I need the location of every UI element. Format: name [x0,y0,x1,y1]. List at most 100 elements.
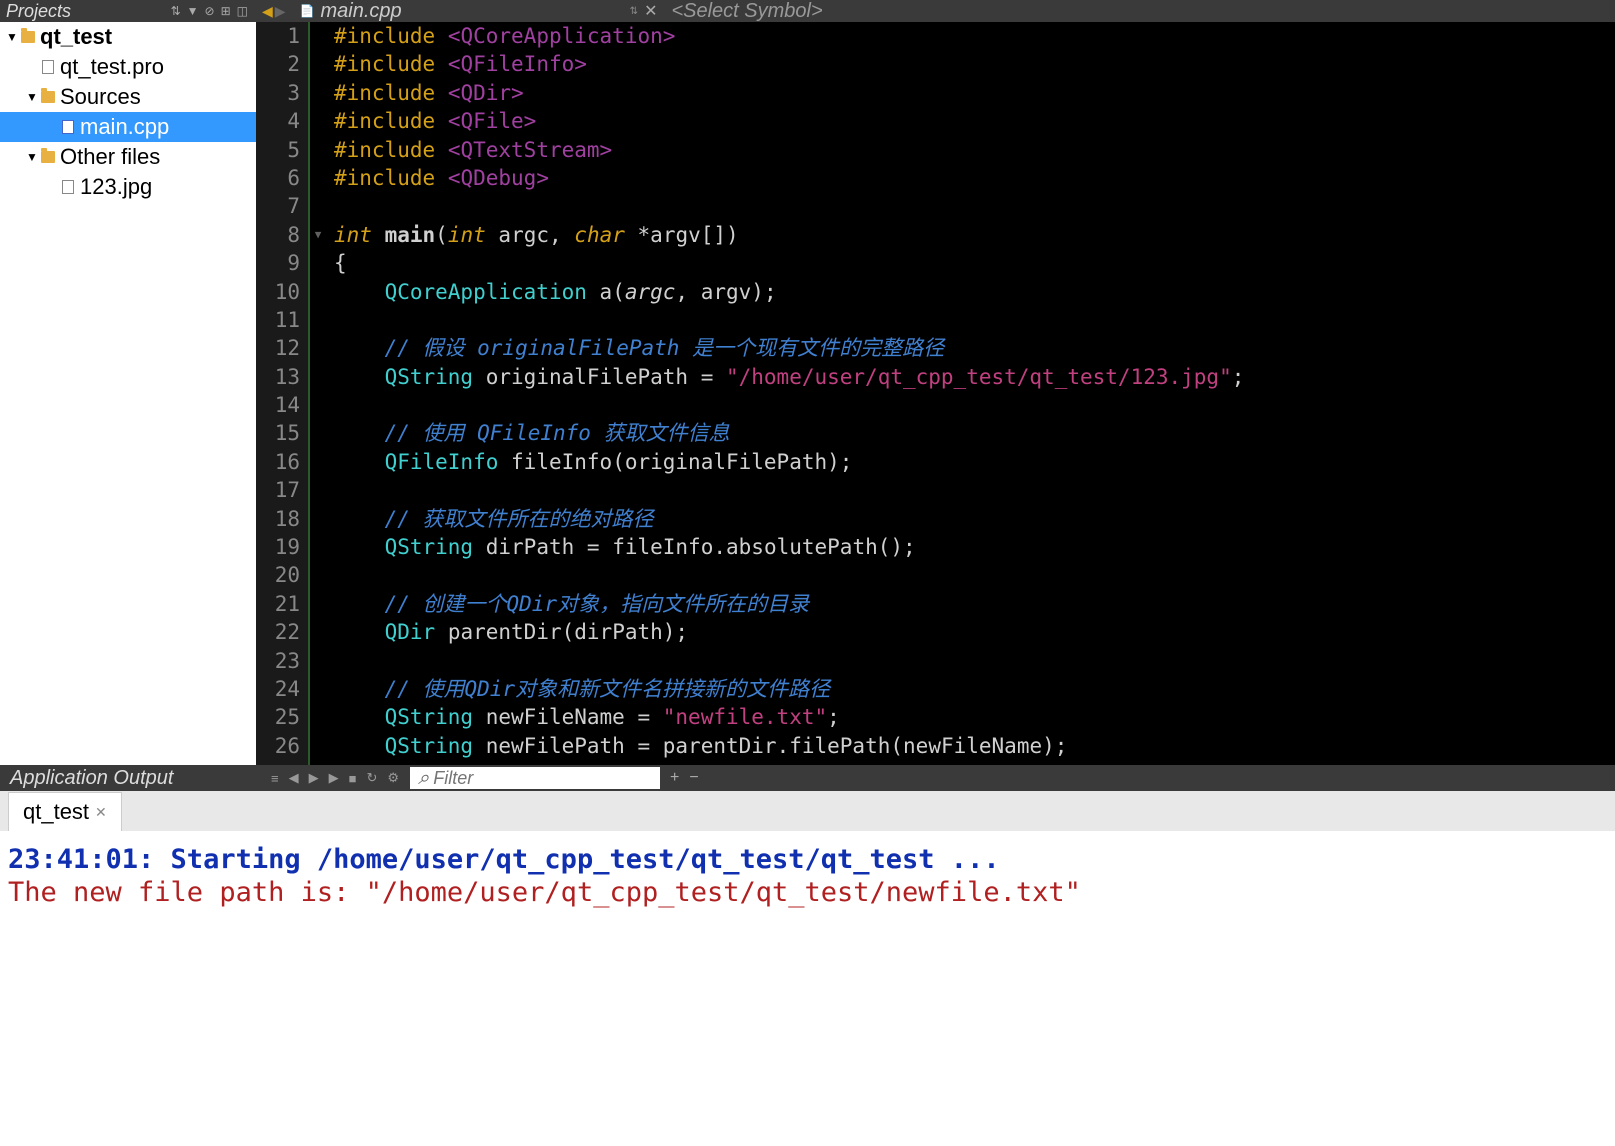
sort-icon[interactable]: ⇅ [169,4,183,18]
code-line[interactable] [334,391,1615,419]
editor-tab[interactable]: 📄 main.cpp [292,0,410,23]
line-number: 5 [260,136,300,164]
code-line[interactable]: #include <QDebug> [334,164,1615,192]
line-number: 13 [260,363,300,391]
code-line[interactable] [334,192,1615,220]
fold-marker-icon [310,561,326,589]
code-line[interactable]: // 创建一个QDir对象，指向文件所在的目录 [334,590,1615,618]
fold-marker-icon [310,164,326,192]
code-line[interactable] [334,306,1615,334]
code-line[interactable]: QString dirPath = fileInfo.absolutePath(… [334,533,1615,561]
code-line[interactable]: #include <QFile> [334,107,1615,135]
layout-icon[interactable]: ◫ [235,4,250,18]
nav-back-icon[interactable]: ◀ [262,3,273,20]
fold-marker-icon [310,278,326,306]
output-tab[interactable]: qt_test ✕ [8,792,122,831]
line-number: 22 [260,618,300,646]
zoom-out-icon[interactable]: − [685,769,702,787]
project-sidebar: Projects ⇅ ▼ ⊘ ⊞ ◫ ▼qt_testqt_test.pro ▼ S… [0,0,256,765]
settings-icon[interactable]: ⚙ [384,770,402,786]
tab-dropdown-icon[interactable]: ⇅ [630,6,638,17]
fold-marker-icon [310,136,326,164]
code-line[interactable]: QCoreApplication a(argc, argv); [334,278,1615,306]
symbol-selector[interactable]: <Select Symbol> [663,0,1615,23]
line-number: 4 [260,107,300,135]
line-number: 1 [260,22,300,50]
code-line[interactable]: int main(int argc, char *argv[]) [334,221,1615,249]
stop-icon[interactable]: ■ [346,771,360,786]
code-line[interactable]: // 假设 originalFilePath 是一个现有文件的完整路径 [334,334,1615,362]
code-line[interactable]: QString originalFilePath = "/home/user/q… [334,363,1615,391]
sidebar-header: Projects ⇅ ▼ ⊘ ⊞ ◫ [0,0,256,22]
line-number: 24 [260,675,300,703]
line-number: 9 [260,249,300,277]
line-number: 10 [260,278,300,306]
line-number: 2 [260,50,300,78]
code-line[interactable] [334,476,1615,504]
line-number: 23 [260,647,300,675]
sidebar-title: Projects [6,1,71,22]
tree-item[interactable]: ▼qt_test [0,22,256,52]
code-line[interactable]: #include <QDir> [334,79,1615,107]
fold-marker-icon[interactable]: ▼ [310,221,326,249]
nav-forward-icon[interactable]: ▶ [275,3,286,20]
run-icon[interactable]: ▶ [326,770,342,786]
zoom-in-icon[interactable]: + [666,769,683,787]
fold-gutter[interactable]: ▼ [310,22,326,765]
restart-icon[interactable]: ↻ [363,770,380,786]
output-tab-close-icon[interactable]: ✕ [95,804,107,821]
tree-expand-icon[interactable]: ▼ [24,90,40,104]
filter-icon[interactable]: ▼ [185,4,201,18]
line-number: 15 [260,419,300,447]
expand-icon[interactable]: ⊞ [219,4,233,18]
code-line[interactable]: QFileInfo fileInfo(originalFilePath); [334,448,1615,476]
tree-item[interactable]: ▼ Sources [0,82,256,112]
editor-tab-bar: ◀ ▶ 📄 main.cpp ⇅ ✕ <Select Symbol> [256,0,1615,22]
tree-expand-icon[interactable]: ▼ [4,30,20,44]
code-content[interactable]: #include <QCoreApplication>#include <QFi… [326,22,1615,765]
code-line[interactable]: QDir parentDir(dirPath); [334,618,1615,646]
code-editor[interactable]: 1234567891011121314151617181920212223242… [256,22,1615,765]
tree-expand-icon[interactable]: ▼ [24,150,40,164]
code-line[interactable]: QString newFilePath = parentDir.filePath… [334,732,1615,760]
output-title: Application Output [0,767,268,790]
fold-marker-icon [310,22,326,50]
line-number: 25 [260,703,300,731]
link-icon[interactable]: ⊘ [203,4,217,18]
line-number: 3 [260,79,300,107]
fold-marker-icon [310,192,326,220]
tree-item[interactable]: 123.jpg [0,172,256,202]
fold-marker-icon [310,391,326,419]
line-number: 17 [260,476,300,504]
line-number: 6 [260,164,300,192]
line-number: 12 [260,334,300,362]
line-number: 7 [260,192,300,220]
tree-item[interactable]: main.cpp [0,112,256,142]
code-line[interactable] [334,647,1615,675]
tree-item-label: Sources [60,84,141,110]
code-line[interactable]: // 获取文件所在的绝对路径 [334,505,1615,533]
code-line[interactable]: #include <QCoreApplication> [334,22,1615,50]
output-content[interactable]: 23:41:01: Starting /home/user/qt_cpp_tes… [0,831,1615,1146]
code-line[interactable]: #include <QTextStream> [334,136,1615,164]
project-tree[interactable]: ▼qt_testqt_test.pro ▼ Sourcesmain.cpp▼Othe… [0,22,256,765]
filter-input[interactable] [433,768,652,789]
tool-icon[interactable]: ≡ [268,771,282,786]
tree-item[interactable]: ▼Other files [0,142,256,172]
code-line[interactable]: // 使用 QFileInfo 获取文件信息 [334,419,1615,447]
code-line[interactable]: // 使用QDir对象和新文件名拼接新的文件路径 [334,675,1615,703]
fold-marker-icon [310,334,326,362]
next-icon[interactable]: ▶ [306,770,322,786]
code-line[interactable] [334,561,1615,589]
line-number: 18 [260,505,300,533]
tab-close-icon[interactable]: ✕ [638,1,663,21]
output-line: 23:41:01: Starting /home/user/qt_cpp_tes… [8,843,1607,876]
fold-marker-icon [310,590,326,618]
code-line[interactable]: { [334,249,1615,277]
fold-marker-icon [310,647,326,675]
code-line[interactable]: QString newFileName = "newfile.txt"; [334,703,1615,731]
code-line[interactable]: #include <QFileInfo> [334,50,1615,78]
filter-box[interactable]: ⌕ [410,767,660,789]
tree-item[interactable]: qt_test.pro [0,52,256,82]
prev-icon[interactable]: ◀ [286,770,302,786]
